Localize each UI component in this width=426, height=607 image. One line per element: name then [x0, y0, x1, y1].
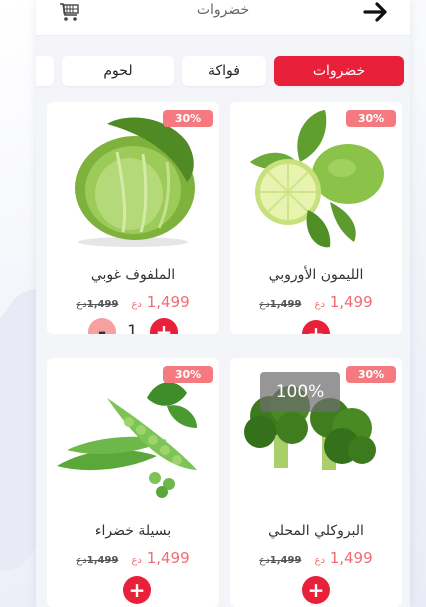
page-title: خضروات: [196, 2, 250, 18]
price: 1,499 دع: [314, 293, 373, 311]
quantity-value: 1: [127, 322, 138, 334]
discount-badge: 30%: [163, 110, 213, 127]
old-price: 1,499دع: [76, 299, 119, 310]
product-name: الليمون الأوروبي: [268, 267, 364, 283]
add-to-cart-button[interactable]: +: [302, 320, 330, 334]
tab-vegetables[interactable]: خضروات: [274, 56, 404, 86]
discount-badge: 30%: [346, 110, 396, 127]
price-row: 1,499 دع 1,499دع: [230, 292, 402, 311]
arrow-right-icon[interactable]: [362, 0, 390, 26]
discount-badge: 30%: [346, 366, 396, 383]
add-to-cart-button[interactable]: +: [123, 576, 151, 604]
old-price: 1,499دع: [259, 555, 302, 566]
tab-more[interactable]: [36, 56, 54, 86]
product-name: البروكلي المحلي: [268, 523, 364, 539]
top-bar: خضروات: [36, 0, 410, 36]
decrease-quantity-button[interactable]: -: [88, 318, 116, 334]
price: 1,499 دع: [314, 549, 373, 567]
tab-fruits[interactable]: فواكة: [182, 56, 266, 86]
increase-quantity-button[interactable]: +: [150, 318, 178, 334]
app-screen: خضروات خضروات فواكة لحوم 30% الليمون الأ…: [36, 0, 410, 607]
add-to-cart-button[interactable]: +: [302, 576, 330, 604]
price: 1,499 دع: [131, 293, 190, 311]
old-price: 1,499دع: [76, 555, 119, 566]
category-tabs: خضروات فواكة لحوم: [36, 56, 410, 86]
old-price: 1,499دع: [259, 299, 302, 310]
price-row: 1,499 دع 1,499دع: [230, 548, 402, 567]
product-name: بسيلة خضراء: [94, 523, 172, 539]
product-card-peas[interactable]: 30% بسيلة خضراء 1,499 دع 1,499دع +: [47, 358, 219, 607]
product-card-lemon[interactable]: 30% الليمون الأوروبي 1,499 دع 1,499دع +: [230, 102, 402, 334]
price: 1,499 دع: [131, 549, 190, 567]
price-row: 1,499 دع 1,499دع: [47, 292, 219, 311]
product-name: الملفوف غوبي: [90, 267, 176, 283]
product-card-cabbage[interactable]: 30% الملفوف غوبي 1,499 دع 1,499دع - 1 +: [47, 102, 219, 334]
discount-badge: 30%: [163, 366, 213, 383]
tab-meat[interactable]: لحوم: [62, 56, 174, 86]
loading-progress-toast: 100%: [260, 372, 340, 412]
price-row: 1,499 دع 1,499دع: [47, 548, 219, 567]
